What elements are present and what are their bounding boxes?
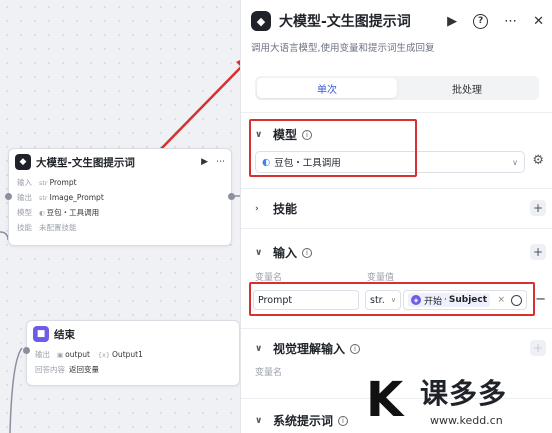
divider — [241, 188, 552, 189]
help-icon[interactable]: ? — [473, 13, 489, 29]
watermark-brand: 课多多 — [420, 377, 508, 410]
end-node-title: 结束 — [54, 328, 75, 341]
divider — [241, 328, 552, 329]
run-icon[interactable]: ▶ — [447, 14, 457, 29]
llm-node-row-model: 模型 ◐ 豆包・工具调用 — [17, 208, 100, 217]
workflow-canvas[interactable]: ◆ 大模型-文生图提示词 ▶ ⋯ 输入 str Prompt 输出 str Im… — [0, 0, 252, 433]
tab-batch[interactable]: 批处理 — [397, 78, 537, 98]
end-node[interactable]: ■ 结束 输出 ▣ output {x} Output1 回答内容 返回变量 — [23, 320, 240, 386]
more-icon[interactable]: ⋯ — [216, 157, 225, 167]
chevron-down-icon: ∨ — [255, 415, 263, 426]
end-node-icon: ■ — [33, 326, 49, 342]
add-input-button[interactable]: + — [530, 244, 546, 260]
panel-description: 调用大语言模型,使用变量和提示词生成回复 — [251, 43, 435, 54]
close-icon[interactable]: ✕ — [533, 14, 544, 29]
section-input-header[interactable]: ∨ 输入 i — [255, 244, 313, 261]
info-icon[interactable]: i — [350, 343, 361, 354]
input-port[interactable] — [5, 193, 12, 200]
llm-node[interactable]: ◆ 大模型-文生图提示词 ▶ ⋯ 输入 str Prompt 输出 str Im… — [5, 148, 235, 246]
section-system-prompt-header[interactable]: ∨ 系统提示词 i — [255, 412, 349, 429]
chevron-down-icon: ∨ — [255, 343, 263, 354]
info-icon[interactable]: i — [302, 247, 313, 258]
section-skills-header[interactable]: › 技能 — [255, 200, 297, 217]
llm-node-row-skills: 技能 未配置技能 — [17, 223, 77, 232]
node-config-panel: ◆ 大模型-文生图提示词 ▶ ? ⋯ ✕ 调用大语言模型,使用变量和提示词生成回… — [240, 0, 552, 433]
remove-input-icon[interactable]: − — [535, 292, 546, 307]
watermark-url: www.kedd.cn — [430, 414, 503, 427]
llm-logo-icon: ◆ — [251, 11, 271, 31]
panel-title: 大模型-文生图提示词 — [279, 14, 411, 30]
llm-node-icon: ◆ — [15, 154, 31, 170]
output-chip-icon: ▣ — [57, 350, 64, 359]
llm-node-row-input: 输入 str Prompt — [17, 178, 77, 187]
add-skill-button[interactable]: + — [530, 200, 546, 216]
chevron-right-icon: › — [255, 203, 259, 214]
add-vision-input-button[interactable]: + — [530, 340, 546, 356]
model-logo-icon: ◐ — [39, 208, 45, 217]
settings-gear-icon[interactable]: ⚙ — [532, 153, 544, 168]
highlight-model — [249, 119, 417, 177]
tab-single[interactable]: 单次 — [257, 78, 397, 98]
divider — [241, 112, 552, 113]
highlight-input — [249, 282, 535, 316]
chevron-down-icon: ∨ — [255, 247, 263, 258]
column-var-name: 变量名 — [255, 368, 283, 378]
output-port[interactable] — [228, 193, 235, 200]
divider — [241, 228, 552, 229]
section-vision-header[interactable]: ∨ 视觉理解输入 i — [255, 340, 361, 357]
end-input-port[interactable] — [23, 347, 30, 354]
end-node-row-answer: 回答内容 返回变量 — [35, 365, 99, 374]
llm-node-row-output: 输出 str Image_Prompt — [17, 193, 104, 202]
watermark-logo-icon: K — [366, 372, 404, 428]
end-node-row-output: 输出 ▣ output {x} Output1 — [35, 350, 143, 359]
run-mode-tabs: 单次 批处理 — [255, 76, 539, 100]
info-icon[interactable]: i — [338, 415, 349, 426]
chevron-down-icon: ∨ — [512, 157, 518, 167]
more-icon[interactable]: ⋯ — [504, 14, 517, 29]
run-icon[interactable]: ▶ — [201, 157, 208, 167]
llm-node-title: 大模型-文生图提示词 — [36, 156, 135, 169]
